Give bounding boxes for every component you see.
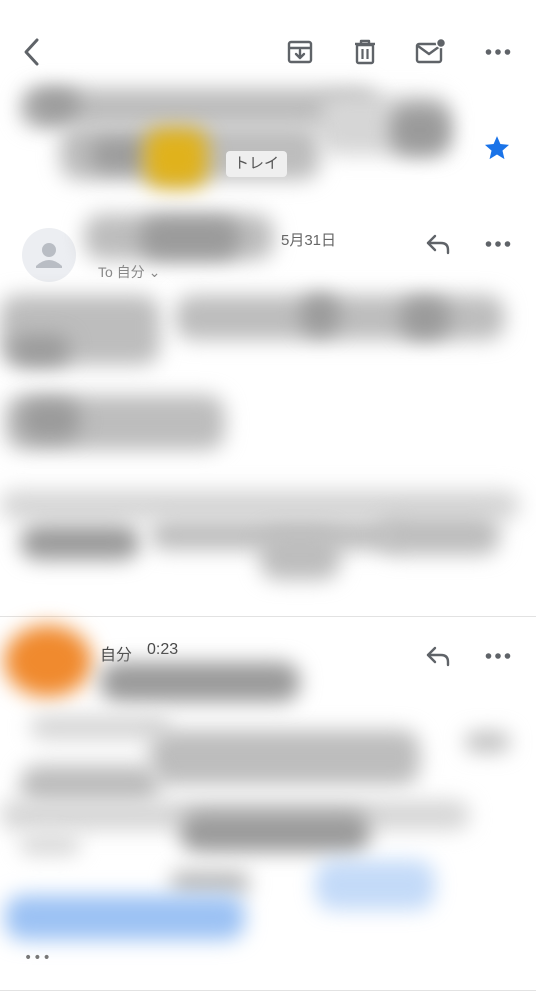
mark-unread-icon [415, 38, 447, 64]
reply-button[interactable] [420, 226, 456, 262]
show-trimmed-content[interactable]: ••• [24, 950, 52, 966]
label-chip[interactable]: トレイ [226, 151, 288, 177]
recipients-toggle[interactable]: To 自分 ⌄ [98, 262, 160, 282]
delete-button[interactable] [345, 32, 385, 72]
more-icon [485, 241, 511, 247]
message-date: 5月31日 [281, 232, 337, 249]
more-icon [485, 49, 511, 55]
more-icon [485, 653, 511, 659]
bottom-divider [0, 990, 536, 991]
star-icon [484, 136, 510, 160]
message-divider [0, 616, 536, 617]
back-button[interactable] [12, 32, 52, 72]
trash-icon [355, 39, 375, 65]
mark-unread-button[interactable] [411, 32, 451, 72]
star-button[interactable] [479, 130, 515, 166]
toolbar [0, 0, 536, 100]
reply-icon [426, 234, 450, 255]
avatar [4, 625, 92, 697]
back-icon [24, 38, 39, 66]
person-icon [36, 243, 62, 268]
more-options-button[interactable] [478, 32, 518, 72]
reply-icon [426, 646, 450, 667]
archive-button[interactable] [280, 32, 320, 72]
message-time: 0:23 [147, 641, 179, 658]
avatar [22, 228, 76, 282]
reply-button[interactable] [420, 638, 456, 674]
message-more-button[interactable] [480, 638, 516, 674]
message-more-button[interactable] [480, 226, 516, 262]
archive-icon [287, 40, 313, 64]
